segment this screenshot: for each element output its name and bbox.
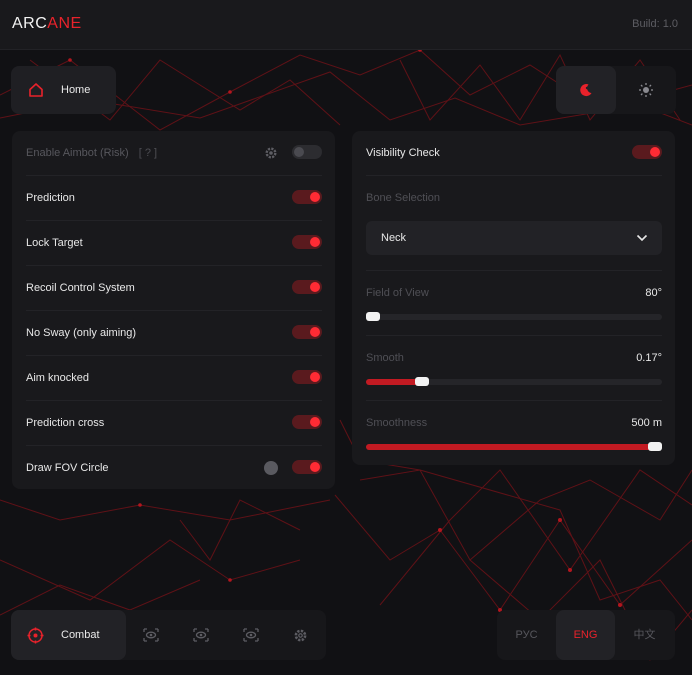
sun-icon	[638, 82, 654, 101]
theme-light-button[interactable]	[616, 66, 676, 114]
logo-text-part1: ARC	[12, 15, 48, 32]
tab-visuals-1[interactable]	[126, 610, 176, 660]
prediction-row: Prediction	[26, 176, 322, 221]
visibility-check-row: Visibility Check	[366, 145, 662, 161]
combat-label: Combat	[61, 629, 100, 641]
draw-fov-label: Draw FOV Circle	[26, 462, 109, 474]
recoil-control-row: Recoil Control System	[26, 266, 322, 311]
draw-fov-row: Draw FOV Circle	[26, 446, 322, 491]
build-version: Build: 1.0	[632, 18, 678, 30]
chevron-down-icon	[636, 233, 648, 246]
home-button[interactable]: Home	[11, 66, 116, 114]
prediction-cross-label: Prediction cross	[26, 417, 105, 429]
fov-value: 80°	[645, 287, 662, 299]
prediction-cross-toggle[interactable]	[292, 415, 322, 429]
fov-slider-thumb[interactable]	[366, 312, 380, 321]
logo-text-part2: ANE	[47, 15, 82, 32]
fov-color-picker[interactable]	[264, 461, 278, 475]
bone-selection-row: Bone Selection	[366, 192, 662, 206]
enable-aimbot-label: Enable Aimbot (Risk)[ ? ]	[26, 147, 158, 159]
home-icon	[27, 81, 45, 102]
fov-row: Field of View 80°	[366, 287, 662, 301]
theme-dark-button[interactable]	[556, 66, 616, 114]
enable-aimbot-help[interactable]: [ ? ]	[139, 147, 157, 159]
aim-knocked-row: Aim knocked	[26, 356, 322, 401]
prediction-label: Prediction	[26, 192, 75, 204]
bone-selection-value: Neck	[381, 232, 407, 244]
tab-visuals-3[interactable]	[226, 610, 276, 660]
divider	[366, 335, 662, 336]
no-sway-row: No Sway (only aiming)	[26, 311, 322, 356]
divider	[366, 270, 662, 271]
lock-target-row: Lock Target	[26, 221, 322, 266]
divider	[366, 175, 662, 176]
eye-icon	[143, 628, 159, 645]
app-logo: ARCANE	[12, 15, 82, 33]
fov-slider[interactable]	[366, 312, 662, 321]
gear-icon[interactable]	[264, 146, 278, 163]
recoil-control-toggle[interactable]	[292, 280, 322, 294]
aim-knocked-label: Aim knocked	[26, 372, 89, 384]
lock-target-toggle[interactable]	[292, 235, 322, 249]
crosshair-icon	[27, 627, 44, 647]
language-ru[interactable]: РУС	[497, 610, 556, 660]
no-sway-label: No Sway (only aiming)	[26, 327, 137, 339]
gear-icon	[293, 628, 308, 646]
lock-target-label: Lock Target	[26, 237, 83, 249]
smooth-slider-thumb[interactable]	[415, 377, 430, 386]
eye-icon	[243, 628, 259, 645]
tab-settings[interactable]	[276, 610, 326, 660]
smoothness-slider-thumb[interactable]	[648, 442, 662, 451]
language-switcher: РУС ENG 中文	[497, 610, 675, 660]
tab-visuals-2[interactable]	[176, 610, 226, 660]
smoothness-row: Smoothness 500 m	[366, 417, 662, 431]
aim-settings-panel: Visibility Check Bone Selection Neck Fie…	[352, 131, 675, 465]
aimbot-panel: Enable Aimbot (Risk)[ ? ] Prediction Loc…	[12, 131, 335, 489]
title-bar: ARCANE Build: 1.0	[0, 0, 692, 50]
bottom-nav: Combat	[11, 610, 326, 660]
enable-aimbot-toggle[interactable]	[292, 145, 322, 159]
aim-knocked-toggle[interactable]	[292, 370, 322, 384]
prediction-toggle[interactable]	[292, 190, 322, 204]
smooth-slider[interactable]	[366, 377, 662, 386]
moon-icon	[578, 82, 594, 101]
bone-selection-label: Bone Selection	[366, 192, 440, 204]
home-label: Home	[61, 84, 91, 96]
smooth-label: Smooth	[366, 352, 404, 364]
language-zh[interactable]: 中文	[615, 610, 674, 660]
recoil-control-label: Recoil Control System	[26, 282, 135, 294]
smooth-value: 0.17°	[636, 352, 662, 364]
divider	[366, 400, 662, 401]
bone-selection-dropdown[interactable]: Neck	[366, 221, 662, 255]
smoothness-value: 500 m	[631, 417, 662, 429]
prediction-cross-row: Prediction cross	[26, 401, 322, 446]
eye-icon	[193, 628, 209, 645]
language-en[interactable]: ENG	[556, 610, 615, 660]
smoothness-slider[interactable]	[366, 442, 662, 451]
visibility-check-toggle[interactable]	[632, 145, 662, 159]
theme-switcher	[556, 66, 676, 114]
visibility-check-label: Visibility Check	[366, 147, 440, 159]
no-sway-toggle[interactable]	[292, 325, 322, 339]
draw-fov-toggle[interactable]	[292, 460, 322, 474]
smoothness-label: Smoothness	[366, 417, 428, 429]
tab-combat[interactable]: Combat	[11, 610, 126, 660]
fov-label: Field of View	[366, 287, 429, 299]
smooth-row: Smooth 0.17°	[366, 352, 662, 366]
enable-aimbot-row: Enable Aimbot (Risk)[ ? ]	[26, 131, 322, 176]
